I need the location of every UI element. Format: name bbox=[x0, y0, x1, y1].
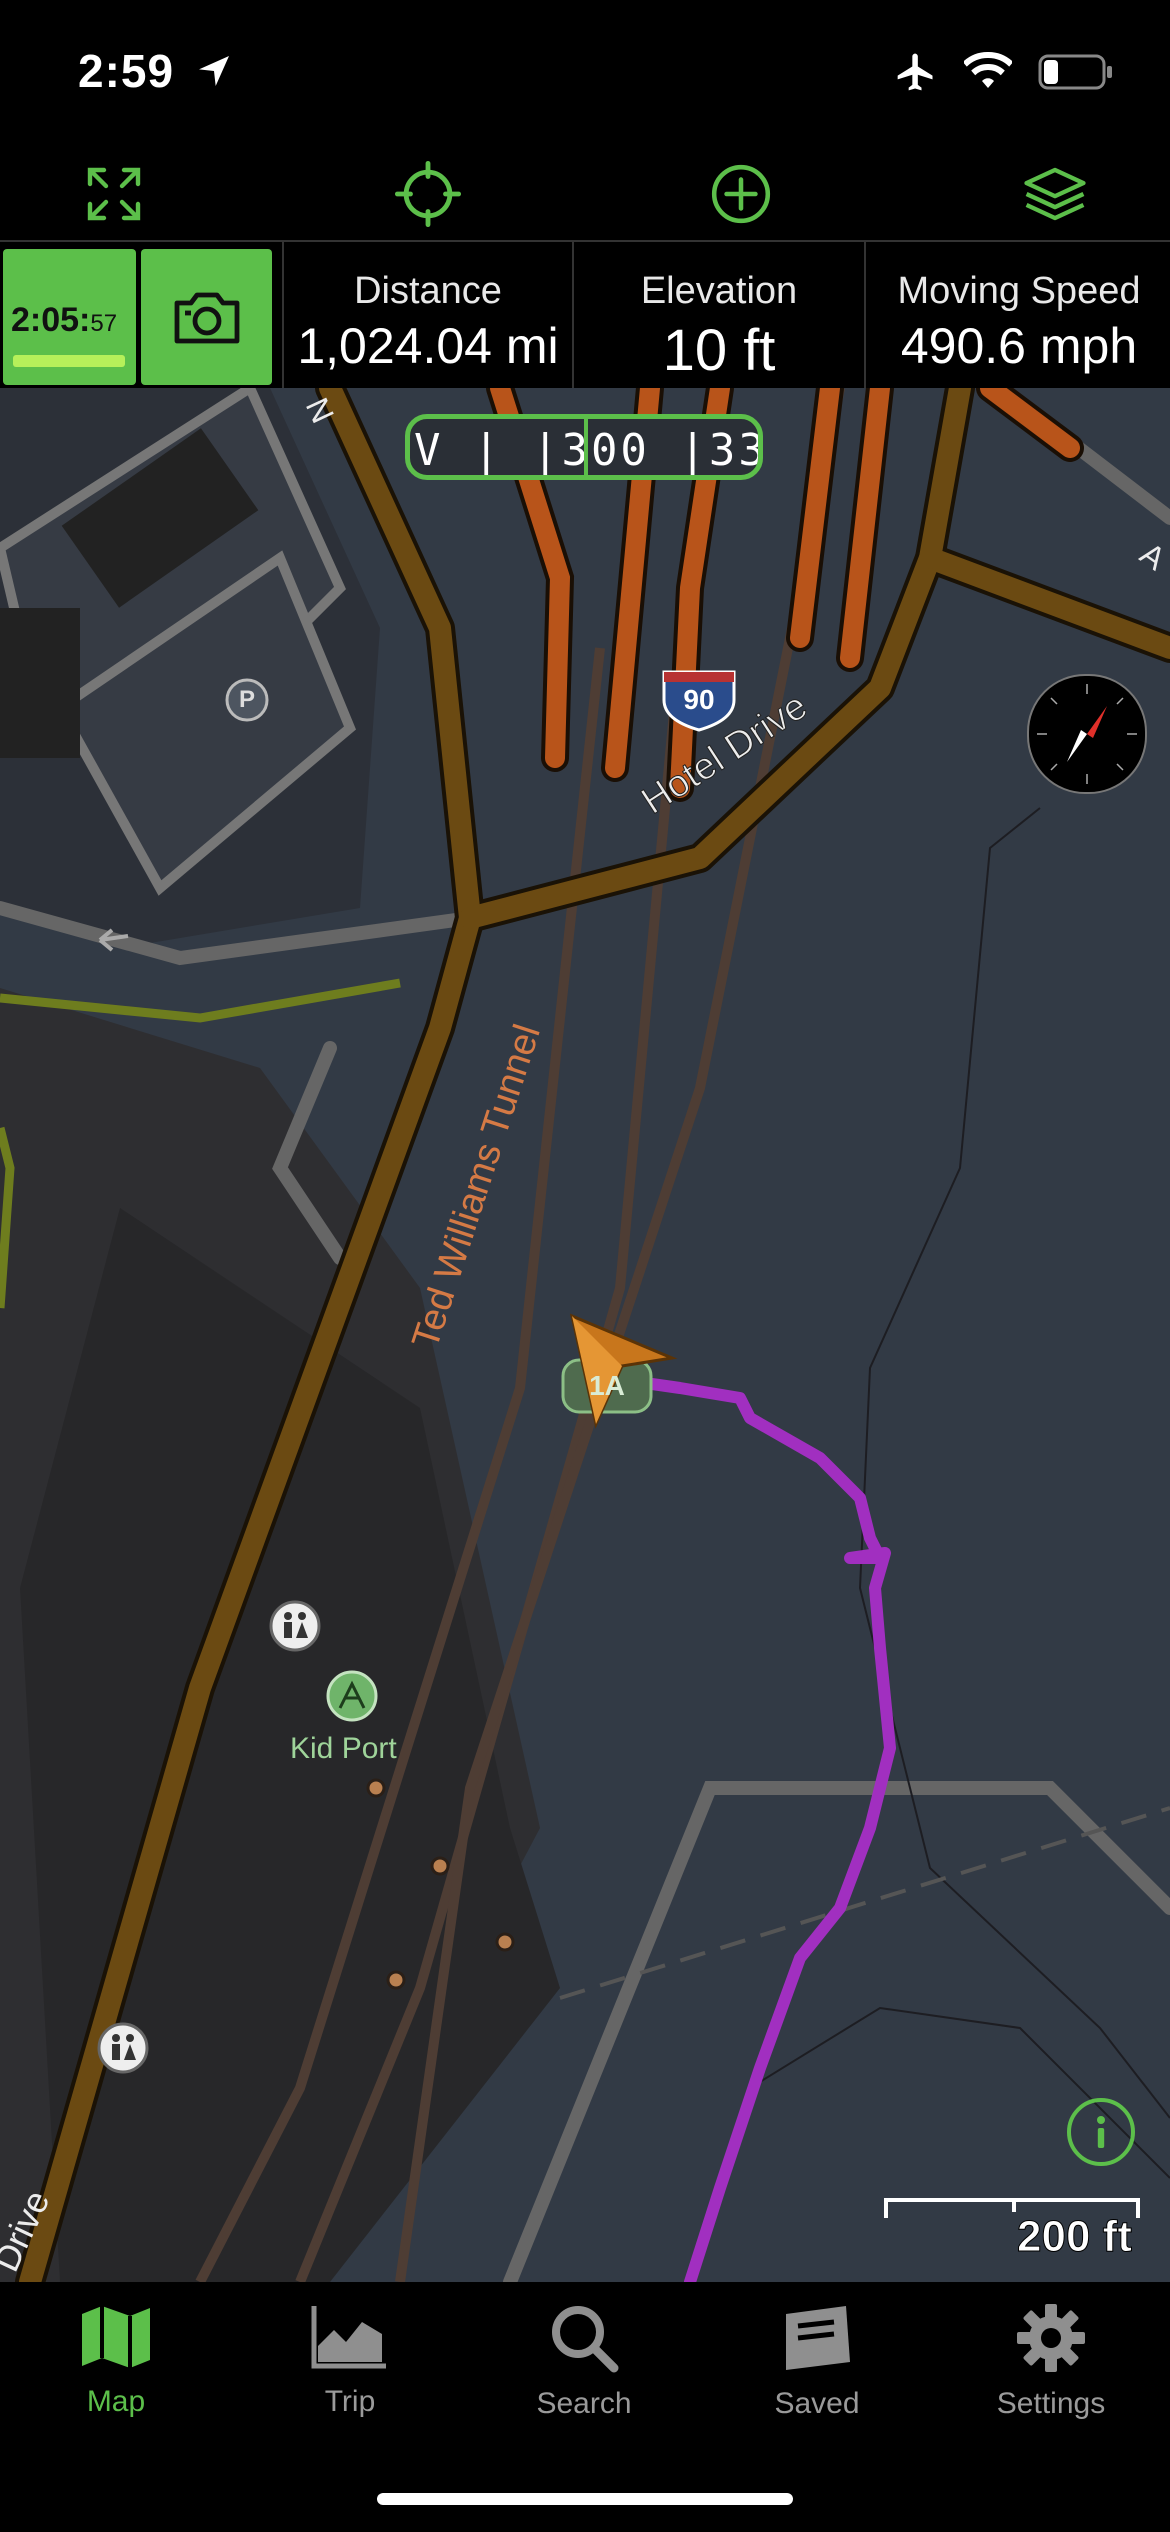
building bbox=[0, 608, 80, 758]
folder-icon bbox=[786, 2306, 850, 2370]
water-outline bbox=[749, 807, 1170, 2179]
locate-button[interactable] bbox=[388, 154, 468, 234]
search-icon bbox=[552, 2306, 619, 2373]
map-view[interactable]: Hotel Drive Ted Williams Tunnel Drive N … bbox=[0, 388, 1170, 2282]
interstate-number: 90 bbox=[683, 684, 715, 715]
parking-label: P bbox=[238, 686, 255, 713]
timer-seconds: 57 bbox=[90, 310, 118, 337]
restroom-icon[interactable] bbox=[269, 1600, 321, 1652]
location-arrow-icon bbox=[198, 56, 229, 86]
compass-button[interactable] bbox=[1027, 674, 1147, 794]
tab-settings-label: Settings bbox=[996, 2387, 1106, 2420]
distance-stat[interactable]: Distance 1,024.04 mi bbox=[282, 242, 572, 390]
wifi-icon bbox=[964, 52, 1012, 88]
poi-label-kid-port: Kid Port bbox=[290, 1732, 397, 1765]
route-number: 1A bbox=[589, 1370, 625, 1401]
add-circle-icon bbox=[711, 164, 771, 224]
timer-main: 2:05: bbox=[11, 301, 91, 339]
distance-value: 1,024.04 mi bbox=[297, 318, 559, 374]
speed-stat[interactable]: Moving Speed 490.6 mph bbox=[864, 242, 1170, 390]
layers-button[interactable] bbox=[1015, 154, 1095, 234]
tab-search[interactable]: Search bbox=[484, 2302, 684, 2421]
battery-icon bbox=[1038, 54, 1112, 90]
tab-trip-label: Trip bbox=[324, 2385, 376, 2418]
playground-icon[interactable] bbox=[326, 1670, 378, 1722]
heading-strip-text: V | |300 |330 bbox=[414, 425, 763, 476]
airplane-icon bbox=[897, 53, 933, 91]
restroom-icon[interactable] bbox=[97, 2022, 149, 2074]
track-path bbox=[604, 1372, 896, 2282]
camera-icon bbox=[174, 292, 239, 344]
tab-bar: Map Trip Search Saved Settings bbox=[0, 2282, 1170, 2532]
info-button[interactable] bbox=[1067, 2098, 1135, 2166]
chart-icon bbox=[311, 2306, 386, 2369]
status-icons bbox=[894, 50, 1114, 94]
speed-label: Moving Speed bbox=[897, 270, 1141, 312]
map-toolbar bbox=[0, 140, 1170, 240]
heading-center-mark bbox=[584, 419, 588, 475]
elevation-value: 10 ft bbox=[662, 318, 776, 383]
tab-settings[interactable]: Settings bbox=[951, 2302, 1151, 2421]
compass-icon bbox=[1037, 684, 1137, 784]
tab-map-label: Map bbox=[86, 2385, 146, 2418]
scale-label: 200 ft bbox=[1017, 2212, 1133, 2262]
gear-icon bbox=[1017, 2304, 1085, 2372]
info-icon bbox=[1097, 2116, 1105, 2148]
tab-map[interactable]: Map bbox=[16, 2302, 216, 2419]
map-icon bbox=[82, 2306, 150, 2368]
clock-text: 2:59 bbox=[78, 45, 175, 97]
stats-bar: 2:05:57 Distance 1,024.04 mi Elevation 1… bbox=[0, 240, 1170, 390]
timer-progress-bar bbox=[13, 355, 125, 367]
scale-tick bbox=[884, 2198, 888, 2218]
tab-saved-label: Saved bbox=[774, 2387, 860, 2420]
scale-bar: 200 ft bbox=[884, 2198, 1144, 2268]
scale-tick bbox=[1012, 2198, 1016, 2212]
recording-timer[interactable]: 2:05:57 bbox=[3, 249, 136, 385]
status-bar: 2:59 bbox=[0, 0, 1170, 140]
crosshair-icon bbox=[394, 160, 462, 228]
tab-trip[interactable]: Trip bbox=[250, 2302, 450, 2419]
map-canvas[interactable] bbox=[0, 388, 1170, 2282]
status-time: 2:59 bbox=[78, 44, 234, 98]
home-indicator[interactable] bbox=[377, 2493, 793, 2505]
elevation-stat[interactable]: Elevation 10 ft bbox=[572, 242, 864, 390]
speed-value: 490.6 mph bbox=[900, 318, 1138, 374]
fullscreen-button[interactable] bbox=[74, 154, 154, 234]
distance-label: Distance bbox=[354, 270, 502, 312]
layers-icon bbox=[1024, 167, 1086, 221]
add-waypoint-button[interactable] bbox=[701, 154, 781, 234]
camera-button[interactable] bbox=[141, 249, 272, 385]
expand-icon bbox=[87, 167, 141, 221]
elevation-label: Elevation bbox=[640, 270, 798, 312]
heading-strip[interactable]: V | |300 |330 bbox=[405, 414, 763, 480]
tab-search-label: Search bbox=[536, 2387, 632, 2420]
tab-saved[interactable]: Saved bbox=[717, 2302, 917, 2421]
scale-tick bbox=[1136, 2198, 1140, 2218]
